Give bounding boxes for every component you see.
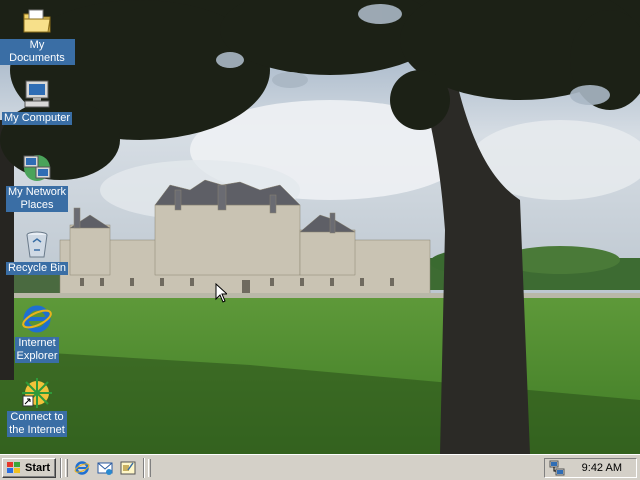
desktop-icon-my-documents[interactable]: My Documents	[0, 5, 75, 65]
computer-icon	[24, 80, 50, 108]
start-button[interactable]: Start	[2, 458, 56, 478]
desktop-icon-internet-explorer[interactable]: Internet Explorer	[0, 303, 75, 363]
folder-documents-icon	[23, 9, 51, 33]
network-connection-icon[interactable]	[549, 460, 565, 476]
desktop-icon-label: Connect to the Internet	[7, 411, 67, 437]
windows-logo-icon	[7, 462, 20, 473]
desktop[interactable]: My Documents My Computer My Network Plac…	[0, 0, 640, 454]
wallpaper-image	[0, 0, 640, 454]
desktop-icon-recycle-bin[interactable]: Recycle Bin	[0, 228, 75, 275]
taskbar-separator	[143, 458, 145, 478]
internet-explorer-icon[interactable]	[74, 460, 90, 476]
desktop-icon-my-network-places[interactable]: My Network Places	[0, 152, 75, 212]
desktop-icon-connect-to-internet[interactable]: Connect to the Internet	[0, 377, 75, 437]
show-desktop-icon[interactable]	[120, 460, 136, 476]
desktop-icon-label: Recycle Bin	[5, 262, 69, 275]
desktop-icon-label: My Computer	[1, 112, 73, 125]
taskbar-clock[interactable]: 9:42 AM	[582, 462, 622, 474]
desktop-icon-label: Internet Explorer	[14, 337, 60, 363]
network-places-icon	[23, 155, 51, 181]
recycle-bin-icon	[26, 231, 48, 258]
outlook-express-icon[interactable]	[97, 460, 113, 476]
internet-explorer-icon	[22, 305, 52, 333]
desktop-icon-label: My Documents	[0, 39, 75, 65]
desktop-icon-label: My Network Places	[5, 186, 69, 212]
desktop-icon-my-computer[interactable]: My Computer	[0, 78, 75, 125]
mouse-cursor-icon	[215, 283, 227, 303]
connect-wizard-icon	[22, 378, 52, 408]
taskbar-separator	[60, 458, 62, 478]
start-label: Start	[25, 462, 51, 474]
system-tray: 9:42 AM	[544, 458, 637, 478]
taskbar: Start 9:42 AM	[0, 454, 640, 480]
quick-launch-grip[interactable]	[65, 459, 68, 477]
task-area-grip[interactable]	[148, 459, 151, 477]
